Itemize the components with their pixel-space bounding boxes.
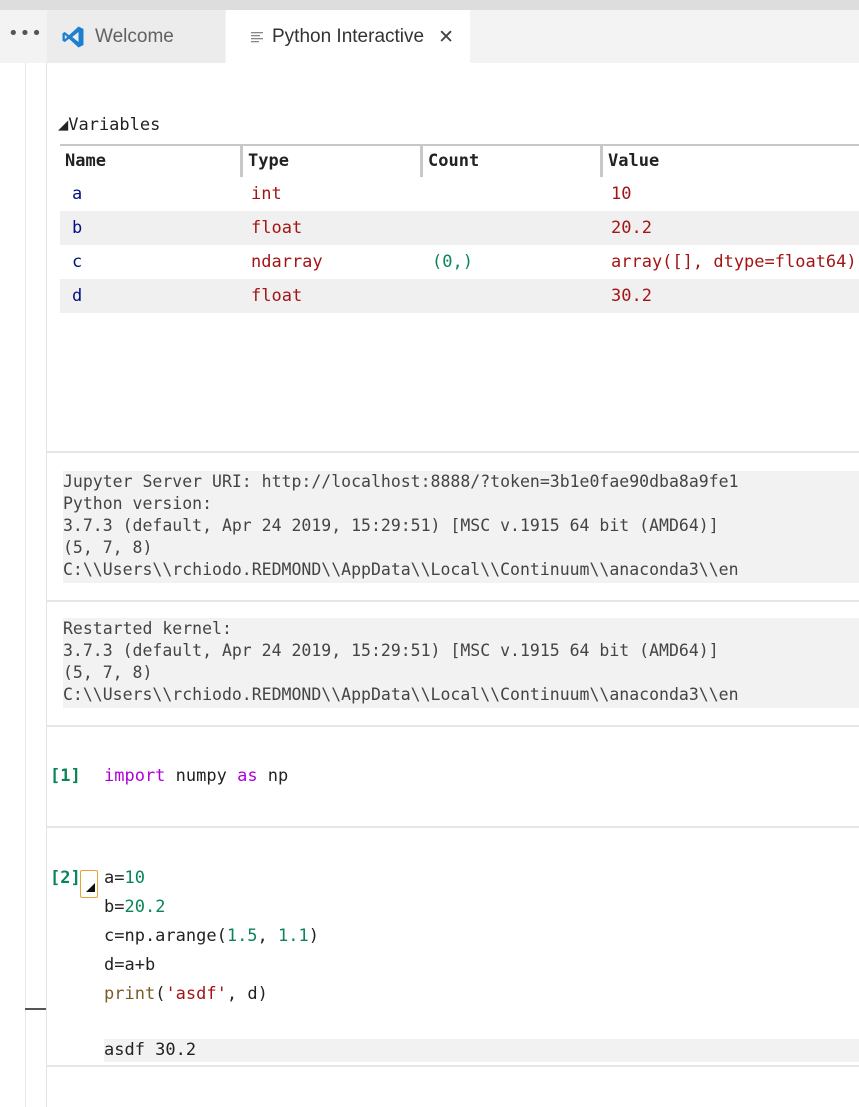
server-info-output: Jupyter Server URI: http://localhost:888… [63, 471, 859, 583]
code-line: a=10 [104, 864, 319, 893]
code-line: c=np.arange(1.5, 1.1) [104, 922, 319, 951]
variable-value: 20.2 [611, 218, 652, 238]
more-icon[interactable]: ••• [8, 24, 42, 48]
variable-row[interactable]: b float 20.2 [60, 211, 859, 245]
code-number: 20.2 [124, 897, 166, 917]
restart-info-output: Restarted kernel: 3.7.3 (default, Apr 24 … [63, 618, 859, 708]
variable-value: 10 [611, 184, 632, 204]
section-divider [47, 725, 859, 727]
variable-name: d [72, 286, 83, 306]
section-divider [47, 451, 859, 453]
variable-name: c [72, 252, 83, 272]
section-divider [47, 1065, 859, 1067]
cell-output: asdf 30.2 [104, 1039, 859, 1062]
variable-name: a [72, 184, 83, 204]
column-header-count[interactable]: Count [420, 146, 600, 177]
variable-row[interactable]: a int 10 [60, 177, 859, 211]
variable-row[interactable]: d float 30.2 [60, 279, 859, 313]
cell-execution-count: [1] [50, 766, 81, 786]
vscode-icon [62, 26, 84, 47]
close-icon[interactable]: ✕ [438, 26, 454, 48]
variable-type: ndarray [251, 252, 323, 272]
column-header-type[interactable]: Type [240, 146, 420, 177]
variable-name: b [72, 218, 83, 238]
output-line: Jupyter Server URI: http://localhost:888… [63, 472, 739, 491]
tab-python-interactive[interactable]: Python Interactive ✕ [226, 10, 470, 63]
tab-welcome[interactable]: Welcome [47, 10, 225, 63]
tab-python-interactive-label: Python Interactive [272, 25, 425, 47]
variable-value: array([], dtype=float64) [611, 252, 857, 272]
title-strip [0, 0, 859, 10]
collapse-triangle [85, 883, 95, 892]
collapse-icon[interactable] [80, 870, 98, 898]
cell-execution-count: [2] [50, 868, 81, 888]
column-header-name[interactable]: Name [60, 146, 240, 177]
preview-icon [251, 31, 263, 42]
gutter-marker [25, 1008, 46, 1010]
variables-table: Name Type Count Value a int 10 b float 2… [60, 144, 859, 313]
gutter-border [25, 63, 26, 1107]
section-divider [47, 826, 859, 828]
code-function: print [104, 984, 156, 1004]
code-text: numpy [165, 766, 238, 786]
code-number: 1.5 [226, 926, 258, 946]
tab-bar: ••• Welcome Python Interactive ✕ [0, 10, 859, 63]
code-text: , [257, 926, 279, 946]
code-keyword: import [104, 766, 166, 786]
code-text: c=np.arange( [104, 926, 227, 946]
output-line: C:\\Users\\rchiodo.REDMOND\\AppData\\Loc… [63, 685, 739, 704]
variables-header[interactable]: ◢Variables [58, 115, 160, 135]
gutter-divider [46, 63, 47, 1107]
output-line: 3.7.3 (default, Apr 24 2019, 15:29:51) [… [63, 516, 719, 535]
code-text: ) [308, 926, 319, 946]
output-line: 3.7.3 (default, Apr 24 2019, 15:29:51) [… [63, 641, 719, 660]
code-text: , d) [226, 984, 268, 1004]
code-line: b=20.2 [104, 893, 319, 922]
variable-count: (0,) [432, 252, 473, 272]
code-text: b= [104, 897, 125, 917]
code-keyword: as [237, 766, 258, 786]
section-divider [47, 600, 859, 602]
code-text: np [257, 766, 289, 786]
output-line: Python version: [63, 494, 213, 513]
column-header-value[interactable]: Value [600, 146, 859, 177]
code-text: ( [155, 984, 166, 1004]
variable-value: 30.2 [611, 286, 652, 306]
output-line: C:\\Users\\rchiodo.REDMOND\\AppData\\Loc… [63, 560, 739, 579]
code-number: 1.1 [278, 926, 309, 946]
variables-table-header: Name Type Count Value [60, 144, 859, 177]
code-string: 'asdf' [165, 984, 227, 1004]
code-text: a= [104, 868, 125, 888]
variable-type: float [251, 218, 303, 238]
code-line: print('asdf', d) [104, 980, 319, 1009]
variable-type: int [251, 184, 282, 204]
cell-code[interactable]: import numpy as np [104, 762, 288, 791]
output-line: (5, 7, 8) [63, 538, 153, 557]
variable-row[interactable]: c ndarray (0,) array([], dtype=float64) [60, 245, 859, 279]
code-number: 10 [124, 868, 145, 888]
tab-welcome-label: Welcome [95, 25, 174, 47]
output-line: Restarted kernel: [63, 619, 232, 638]
cell-code[interactable]: a=10 b=20.2 c=np.arange(1.5, 1.1) d=a+b prin… [104, 864, 319, 1009]
variable-type: float [251, 286, 303, 306]
code-text: d=a+b [104, 955, 156, 975]
code-line: d=a+b [104, 951, 319, 980]
output-line: (5, 7, 8) [63, 663, 153, 682]
